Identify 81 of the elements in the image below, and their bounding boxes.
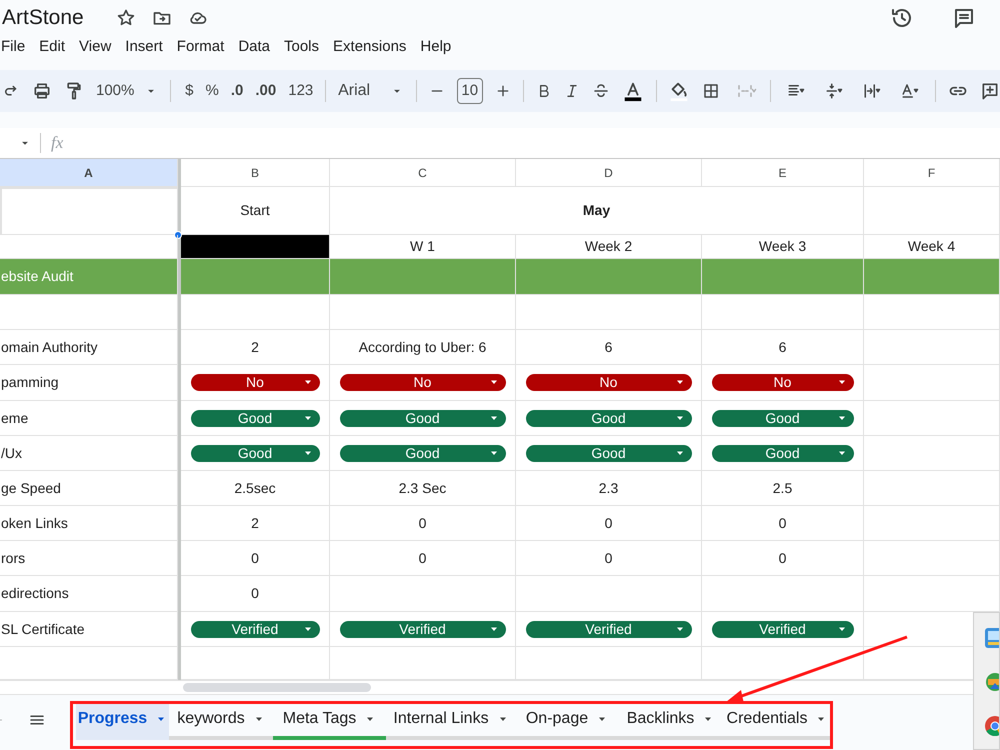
table-cell[interactable]: 0 [181,541,330,576]
status-chip[interactable]: Good [190,410,320,426]
table-cell[interactable]: Good [702,436,864,471]
menu-item[interactable]: View [79,36,112,59]
sheet-tab[interactable]: Internal Links [386,702,516,740]
table-cell[interactable]: Good [181,401,330,436]
menu-item[interactable]: Edit [39,36,66,59]
menu-item[interactable]: Tools [284,36,320,59]
table-cell[interactable]: 2 [181,330,330,365]
status-chip[interactable]: Verified [340,620,506,638]
table-cell[interactable]: 0 [516,541,702,576]
menu-item[interactable]: Extensions [333,36,406,59]
table-cell[interactable]: Verified [516,612,702,647]
sheet-tab[interactable]: Meta Tags [273,702,386,740]
column-header[interactable]: E [702,159,864,187]
status-chip[interactable]: Good [526,444,692,462]
sheet-tab[interactable]: keywords [169,702,273,740]
table-cell[interactable]: 2.3 [516,471,702,506]
status-chip[interactable]: Verified [712,620,854,638]
table-cell[interactable]: 0 [330,506,516,541]
table-cell[interactable]: 0 [702,541,864,576]
table-cell[interactable]: No [516,365,702,401]
column-header[interactable]: D [516,159,702,187]
table-cell[interactable]: No [702,365,864,401]
currency-button[interactable]: $ [185,80,194,102]
column-header[interactable]: B [181,159,330,187]
status-chip[interactable]: Good [340,410,506,426]
menu-item[interactable]: Data [238,36,270,59]
table-cell[interactable]: Good [181,436,330,471]
status-chip[interactable]: Good [712,444,854,462]
table-cell[interactable]: 6 [702,330,864,365]
column-header[interactable]: C [330,159,516,187]
table-cell[interactable]: Good [516,436,702,471]
font-size-field[interactable]: 10 [456,78,483,104]
table-cell[interactable]: Verified [330,612,516,647]
table-cell[interactable]: 6 [516,330,702,365]
status-chip[interactable]: Good [190,444,320,462]
table-cell[interactable]: 0 [702,506,864,541]
table-cell[interactable]: 2.5sec [181,471,330,506]
table-cell[interactable]: Verified [181,612,330,647]
function-label: fx [51,132,64,154]
status-chip[interactable]: Verified [526,620,692,638]
font-dropdown[interactable]: Arial [338,79,404,103]
status-chip[interactable]: No [712,374,854,391]
status-chip[interactable]: No [190,374,320,391]
menu-item[interactable]: Help [420,36,452,59]
table-cell[interactable]: Good [702,401,864,436]
table-cell[interactable]: 2.3 Sec [330,471,516,506]
menu-item[interactable]: Insert [125,36,163,59]
table-cell[interactable]: Good [330,436,516,471]
table-cell[interactable]: Verified [702,612,864,647]
decrease-decimal-button[interactable]: .0 [230,80,244,102]
zoom-dropdown[interactable]: 100% [96,80,158,102]
table-cell[interactable]: No [330,365,516,401]
menu-item[interactable]: Format [176,36,224,59]
table-cell[interactable]: 0 [330,541,516,576]
number-format-button[interactable]: 123 [288,80,314,102]
table-cell[interactable]: 2.5 [702,471,864,506]
menu-item[interactable]: File [1,36,26,59]
table-cell[interactable]: No [181,365,330,401]
table-cell[interactable]: According to Uber: 6 [330,330,516,365]
table-cell[interactable]: 2 [181,506,330,541]
status-chip[interactable]: Good [712,410,854,426]
table-cell[interactable]: 0 [181,576,330,612]
status-chip[interactable]: No [340,374,506,391]
document-title[interactable]: ArtStone [2,2,84,34]
percent-button[interactable]: % [206,80,219,102]
sheet-tab[interactable]: Progress [76,702,169,740]
sheet-tab[interactable]: Backlinks [618,702,723,740]
status-chip[interactable]: Good [526,410,692,426]
table-cell[interactable]: 0 [516,506,702,541]
increase-decimal-button[interactable]: .00 [255,80,276,102]
status-chip[interactable]: No [526,374,692,391]
status-chip[interactable]: Verified [190,620,320,638]
table-cell[interactable]: May [330,187,864,235]
table-cell[interactable]: Good [330,401,516,436]
table-cell[interactable]: Good [516,401,702,436]
status-chip[interactable]: Good [340,444,506,462]
column-header[interactable]: A [0,159,178,187]
sheet-tab[interactable]: On-page [516,702,618,740]
column-header[interactable]: F [864,159,1000,187]
